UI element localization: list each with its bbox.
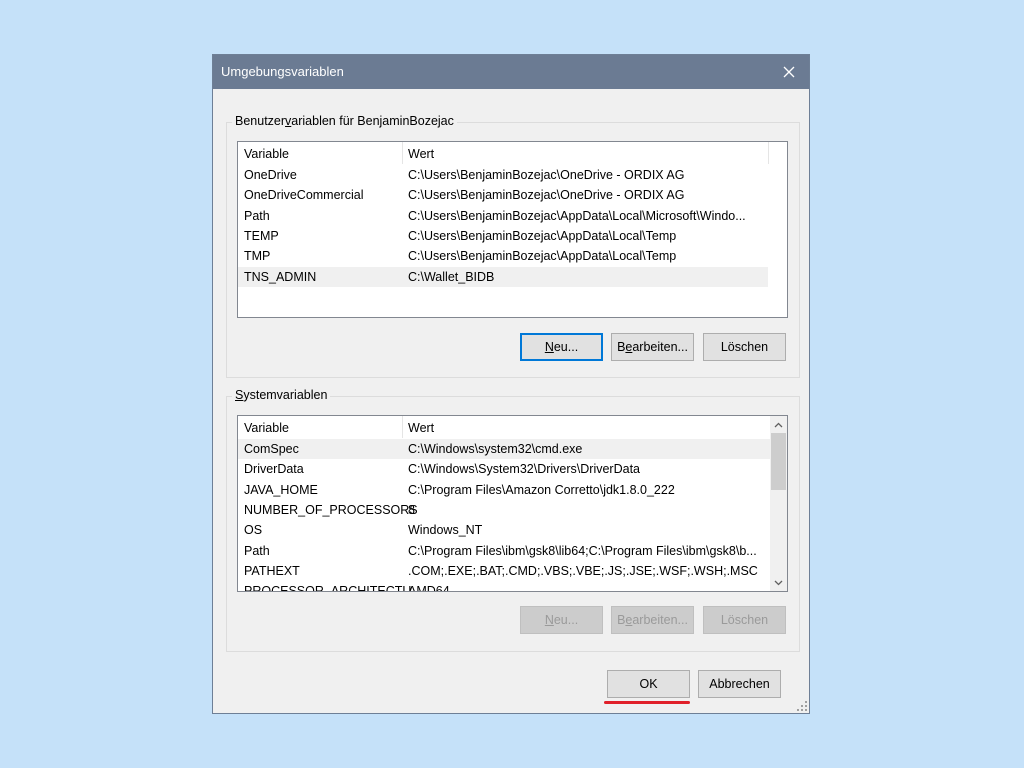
system-variables-label: Systemvariablen — [232, 388, 331, 402]
system-new-button[interactable]: Neu... — [520, 606, 603, 634]
system-delete-button[interactable]: Löschen — [703, 606, 786, 634]
user-edit-button[interactable]: Be arbeiten... — [611, 333, 694, 361]
column-header-value[interactable]: Wert — [408, 421, 434, 435]
scroll-down-arrow[interactable] — [770, 574, 787, 591]
column-header-variable[interactable]: Variable — [244, 147, 289, 161]
user-variables-list[interactable]: Variable Wert OneDrive C:\Users\Benjamin… — [237, 141, 788, 318]
table-row[interactable]: Path C:\Users\BenjaminBozejac\AppData\Lo… — [238, 206, 768, 226]
resize-grip-icon[interactable] — [797, 701, 807, 711]
scroll-up-arrow[interactable] — [770, 416, 787, 433]
user-delete-button[interactable]: Löschen — [703, 333, 786, 361]
table-row-selected[interactable]: TNS_ADMIN C:\Wallet_BIDB — [238, 267, 768, 287]
system-edit-button[interactable]: Be arbeiten... — [611, 606, 694, 634]
environment-variables-dialog: Umgebungsvariablen Benutzervariablen für… — [212, 54, 810, 714]
column-header-variable[interactable]: Variable — [244, 421, 289, 435]
table-row[interactable]: DriverData C:\Windows\System32\Drivers\D… — [238, 459, 771, 479]
table-row[interactable]: Path C:\Program Files\ibm\gsk8\lib64;C:\… — [238, 541, 771, 561]
table-row[interactable]: OneDriveCommercial C:\Users\BenjaminBoze… — [238, 185, 768, 205]
user-variables-label: Benutzervariablen für BenjaminBozejac — [232, 114, 457, 128]
chevron-up-icon — [774, 422, 783, 427]
table-row[interactable]: PROCESSOR_ARCHITECTU... AMD64 — [238, 581, 771, 591]
list-header: Variable Wert — [238, 416, 787, 438]
table-row[interactable]: JAVA_HOME C:\Program Files\Amazon Corret… — [238, 480, 771, 500]
user-new-button[interactable]: Neu... — [520, 333, 603, 361]
list-header: Variable Wert — [238, 142, 787, 164]
ok-button[interactable]: OK — [607, 670, 690, 698]
table-row[interactable]: NUMBER_OF_PROCESSORS 8 — [238, 500, 771, 520]
system-variables-list[interactable]: Variable Wert ComSpec C:\Windows\system3… — [237, 415, 788, 592]
close-button[interactable] — [769, 55, 809, 89]
chevron-down-icon — [774, 580, 783, 585]
table-row[interactable]: TEMP C:\Users\BenjaminBozejac\AppData\Lo… — [238, 226, 768, 246]
dialog-title: Umgebungsvariablen — [221, 64, 344, 79]
table-row-selected[interactable]: ComSpec C:\Windows\system32\cmd.exe — [238, 439, 771, 459]
close-icon — [783, 66, 795, 78]
scroll-thumb[interactable] — [771, 433, 786, 490]
table-row[interactable]: OneDrive C:\Users\BenjaminBozejac\OneDri… — [238, 165, 768, 185]
table-row[interactable]: TMP C:\Users\BenjaminBozejac\AppData\Loc… — [238, 246, 768, 266]
highlight-underline — [604, 701, 690, 704]
column-header-value[interactable]: Wert — [408, 147, 434, 161]
vertical-scrollbar[interactable] — [770, 416, 787, 591]
table-row[interactable]: OS Windows_NT — [238, 520, 771, 540]
table-row[interactable]: PATHEXT .COM;.EXE;.BAT;.CMD;.VBS;.VBE;.J… — [238, 561, 771, 581]
title-bar[interactable]: Umgebungsvariablen — [213, 55, 809, 89]
cancel-button[interactable]: Abbrechen — [698, 670, 781, 698]
